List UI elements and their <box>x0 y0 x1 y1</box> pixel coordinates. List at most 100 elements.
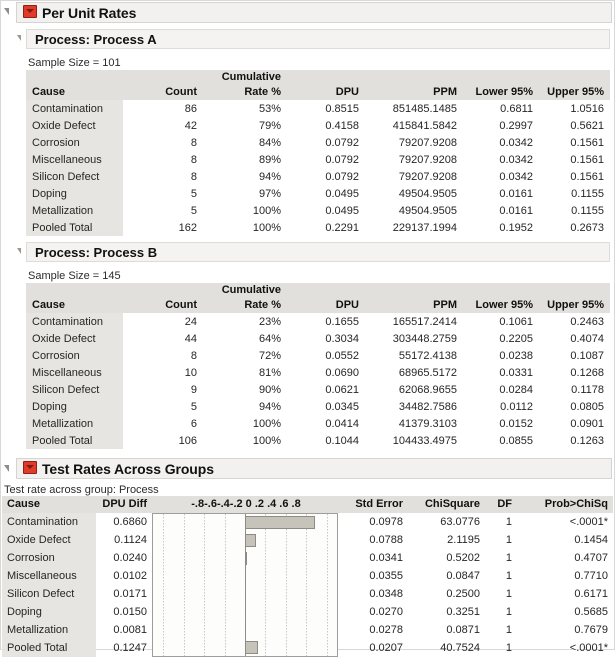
header-std-error[interactable]: Std Error <box>340 496 408 513</box>
cell-upper: 1.0516 <box>570 102 604 115</box>
cell-count: 24 <box>184 315 197 328</box>
disclosure-triangle-icon <box>16 248 21 254</box>
cell-lower: 0.0342 <box>499 136 533 149</box>
disclosure-triangle-icon <box>16 35 21 41</box>
cell-dpu: 0.3034 <box>325 332 359 345</box>
section-header-per-unit-rates[interactable]: Per Unit Rates <box>16 2 612 23</box>
table-row[interactable]: Doping 5 97% 0.0495 49504.9505 0.0161 0.… <box>26 185 610 202</box>
header-spacer-ppm <box>365 70 463 85</box>
red-popup-triangle-icon[interactable] <box>23 5 37 18</box>
cell-lower: 0.2205 <box>499 332 533 345</box>
cell-rate: 23% <box>258 315 281 328</box>
header-lower95-b[interactable]: Lower 95% <box>463 298 539 313</box>
header-spacer-ppm <box>365 283 463 298</box>
cell-chisquare: 0.5202 <box>446 552 480 564</box>
header-spacer-count <box>123 70 203 85</box>
cell-upper: 0.1087 <box>570 349 604 362</box>
header-rate-pct-b[interactable]: Rate % <box>203 298 287 313</box>
header-count-b[interactable]: Count <box>123 298 203 313</box>
cell-upper: 0.1155 <box>571 204 604 217</box>
header-rate-pct-a[interactable]: Rate % <box>203 85 287 100</box>
outline-disclosure-process-b[interactable] <box>14 245 26 259</box>
cell-upper: 0.2463 <box>570 315 604 328</box>
chart-gridline <box>327 514 328 656</box>
cell-lower: 0.0112 <box>500 400 533 413</box>
header-ppm-b[interactable]: PPM <box>365 298 463 313</box>
table-header-row: Cause Count Rate % DPU PPM Lower 95% Upp… <box>26 298 610 313</box>
cell-lower: 0.0331 <box>499 366 533 379</box>
cell-df: 1 <box>505 516 512 528</box>
header-df[interactable]: DF <box>485 496 517 513</box>
header-count-a[interactable]: Count <box>123 85 203 100</box>
header-upper95-b[interactable]: Upper 95% <box>539 298 610 313</box>
red-popup-triangle-icon[interactable] <box>23 461 37 474</box>
cell-rate: 84% <box>258 136 281 149</box>
cell-cause: Miscellaneous <box>26 364 123 381</box>
cell-rate: 53% <box>258 102 281 115</box>
table-row-pooled-total[interactable]: Pooled Total 162 100% 0.2291 229137.1994… <box>26 219 610 236</box>
cell-ppm: 49504.9505 <box>398 187 457 200</box>
cell-cause: Silicon Defect <box>26 168 123 185</box>
outline-disclosure-per-unit-rates[interactable] <box>2 5 14 19</box>
cell-lower: 0.1061 <box>499 315 533 328</box>
table-row[interactable]: Silicon Defect 8 94% 0.0792 79207.9208 0… <box>26 168 610 185</box>
header-cause-b[interactable]: Cause <box>26 298 123 313</box>
group-header-process-a[interactable]: Process: Process A <box>26 29 610 49</box>
table-header-row: Cause Count Rate % DPU PPM Lower 95% Upp… <box>26 85 610 100</box>
header-dpu-a[interactable]: DPU <box>287 85 365 100</box>
cell-prob-chisq: 0.1454 <box>574 534 608 546</box>
cell-rate: 81% <box>258 366 281 379</box>
cell-lower: 0.0284 <box>499 383 533 396</box>
cell-lower: 0.0152 <box>499 417 533 430</box>
cell-rate: 89% <box>258 153 281 166</box>
cell-cause: Silicon Defect <box>26 381 123 398</box>
header-prob-chisq[interactable]: Prob>ChiSq <box>517 496 613 513</box>
chart-bar <box>245 516 315 529</box>
cell-df: 1 <box>505 624 512 636</box>
table-row-pooled-total[interactable]: Pooled Total 106 100% 0.1044 104433.4975… <box>26 432 610 449</box>
table-row[interactable]: Oxide Defect 42 79% 0.4158 415841.5842 0… <box>26 117 610 134</box>
cell-rate: 94% <box>258 400 281 413</box>
table-row[interactable]: Metallization 6 100% 0.0414 41379.3103 0… <box>26 415 610 432</box>
cell-std-error: 0.0341 <box>369 552 403 564</box>
cell-lower: 0.1952 <box>499 221 533 234</box>
per-unit-rates-title: Per Unit Rates <box>42 4 137 21</box>
table-row[interactable]: Corrosion 8 84% 0.0792 79207.9208 0.0342… <box>26 134 610 151</box>
table-row[interactable]: Miscellaneous 10 81% 0.0690 68965.5172 0… <box>26 364 610 381</box>
outline-disclosure-test-rates[interactable] <box>2 462 14 476</box>
section-header-test-rates[interactable]: Test Rates Across Groups <box>16 458 612 479</box>
cell-prob-chisq: 0.7710 <box>574 570 608 582</box>
cell-chisquare: 0.3251 <box>446 606 480 618</box>
cell-lower: 0.0342 <box>499 170 533 183</box>
header-chisquare[interactable]: ChiSquare <box>408 496 485 513</box>
table-row[interactable]: Miscellaneous 8 89% 0.0792 79207.9208 0.… <box>26 151 610 168</box>
header-cause-a[interactable]: Cause <box>26 85 123 100</box>
group-header-process-b[interactable]: Process: Process B <box>26 242 610 262</box>
cell-ppm: 165517.2414 <box>392 315 457 328</box>
header-dpu-b[interactable]: DPU <box>287 298 365 313</box>
cell-upper: 0.1561 <box>570 136 604 149</box>
test-rates-table: Cause DPU Diff -.8-.6-.4-.2 0 .2 .4 .6 .… <box>2 496 613 657</box>
header-spacer-count <box>123 283 203 298</box>
header-upper95-a[interactable]: Upper 95% <box>539 85 610 100</box>
cell-chisquare: 0.0847 <box>446 570 480 582</box>
cell-count: 42 <box>184 119 197 132</box>
outline-disclosure-process-a[interactable] <box>14 32 26 46</box>
table-row[interactable]: Oxide Defect 44 64% 0.3034 303448.2759 0… <box>26 330 610 347</box>
header-ppm-a[interactable]: PPM <box>365 85 463 100</box>
header-dpu-diff[interactable]: DPU Diff <box>96 496 152 513</box>
cell-dpu: 0.0414 <box>325 417 359 430</box>
cell-cause: Pooled Total <box>2 639 96 657</box>
cell-prob-chisq: 0.4707 <box>574 552 608 564</box>
table-row[interactable]: Contamination 0.6860 0.0978 63.0776 1 <.… <box>2 513 613 657</box>
cell-dpu: 0.4158 <box>325 119 359 132</box>
table-row[interactable]: Doping 5 94% 0.0345 34482.7586 0.0112 0.… <box>26 398 610 415</box>
table-row[interactable]: Corrosion 8 72% 0.0552 55172.4138 0.0238… <box>26 347 610 364</box>
header-cause-test[interactable]: Cause <box>2 496 96 513</box>
table-row[interactable]: Metallization 5 100% 0.0495 49504.9505 0… <box>26 202 610 219</box>
cell-lower: 0.0342 <box>499 153 533 166</box>
header-lower95-a[interactable]: Lower 95% <box>463 85 539 100</box>
table-row[interactable]: Contamination 86 53% 0.8515 851485.1485 … <box>26 100 610 117</box>
table-row[interactable]: Silicon Defect 9 90% 0.0621 62068.9655 0… <box>26 381 610 398</box>
table-row[interactable]: Contamination 24 23% 0.1655 165517.2414 … <box>26 313 610 330</box>
